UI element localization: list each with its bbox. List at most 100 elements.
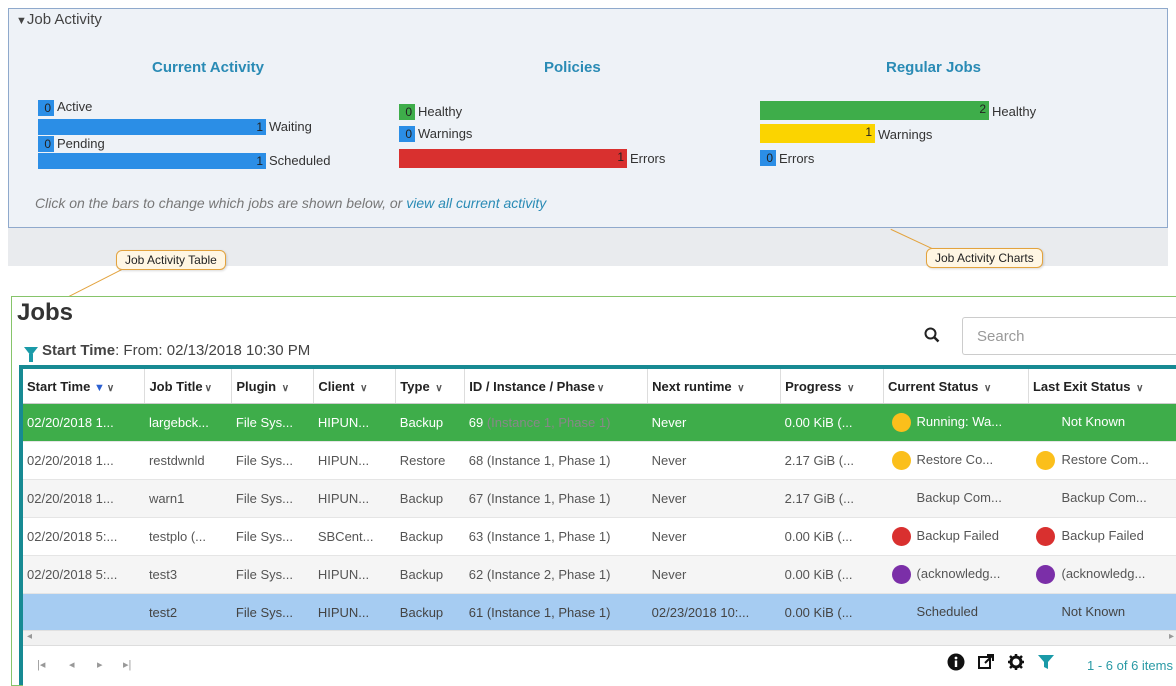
cell-last-exit-status: Not Known — [1028, 403, 1176, 442]
col-current-status[interactable]: Current Status ∨ — [883, 369, 1029, 404]
cell-job-title: warn1 — [144, 479, 232, 518]
chevron-down-icon[interactable]: ∨ — [107, 383, 114, 394]
next-page-icon[interactable]: ▸ — [97, 658, 103, 671]
callout-job-activity-table: Job Activity Table — [116, 250, 226, 270]
cell-id-instance-phase: 61 (Instance 1, Phase 1) — [464, 593, 648, 632]
col-id-instance-phase[interactable]: ID / Instance / Phase ∨ — [464, 369, 649, 404]
cell-current-status: (acknowledg... — [883, 555, 1029, 594]
cell-id-instance-phase: 62 (Instance 2, Phase 1) — [464, 555, 648, 594]
status-text: Running: Wa... — [916, 413, 1003, 429]
bar-policies-healthy[interactable]: 0 — [399, 104, 415, 120]
cell-next-runtime: Never — [647, 441, 781, 480]
cell-current-status: Backup Com... — [883, 479, 1029, 518]
pager: |◂ ◂ ▸ ▸| 1 - 6 of 6 items — [23, 645, 1176, 686]
col-last-exit-status[interactable]: Last Exit Status ∨ — [1028, 369, 1176, 404]
pager-count: 1 - 6 of 6 items — [1087, 658, 1173, 673]
settings-icon[interactable] — [1007, 653, 1025, 676]
chevron-down-icon[interactable]: ∨ — [435, 383, 442, 394]
cell-last-exit-status: Backup Com... — [1028, 479, 1176, 518]
job-instance-phase: (Instance 1, Phase 1) — [486, 453, 611, 468]
scroll-right-icon[interactable]: ▸ — [1169, 631, 1174, 642]
table-row[interactable]: 02/20/2018 5:... testplo (... File Sys... S… — [23, 517, 1176, 556]
status-dot-icon — [891, 527, 911, 546]
start-time-filter[interactable]: Start Time: From: 02/13/2018 10:30 PM — [24, 342, 310, 362]
policies-title: Policies — [544, 59, 601, 76]
chevron-down-icon[interactable]: ∨ — [597, 383, 604, 394]
job-id: 62 — [468, 567, 484, 582]
bar-pending[interactable]: 0 — [38, 136, 54, 152]
filter-icon[interactable] — [1037, 653, 1055, 676]
bar-regular-healthy[interactable]: 2 — [760, 101, 989, 120]
table-row[interactable]: test2 File Sys... HIPUN... Backup 61 (Instan… — [23, 593, 1176, 632]
export-icon[interactable] — [977, 653, 995, 676]
first-page-icon[interactable]: |◂ — [37, 658, 45, 671]
col-plugin[interactable]: Plugin ∨ — [231, 369, 315, 404]
col-type[interactable]: Type ∨ — [395, 369, 466, 404]
bar-policies-errors[interactable]: 1 — [399, 149, 627, 168]
bar-policies-warnings[interactable]: 0 — [399, 126, 415, 142]
chevron-down-icon[interactable]: ∨ — [205, 383, 212, 394]
chevron-down-icon[interactable]: ∨ — [847, 383, 854, 394]
chevron-down-icon[interactable]: ∨ — [737, 383, 744, 394]
chevron-down-icon[interactable]: ∨ — [984, 383, 991, 394]
cell-job-title: largebck... — [144, 403, 232, 442]
bar-label-regular-healthy: Healthy — [992, 104, 1037, 119]
search-input[interactable] — [962, 317, 1176, 355]
search-icon[interactable] — [924, 327, 940, 348]
current-activity-title: Current Activity — [152, 59, 264, 76]
status-dot-icon — [891, 413, 911, 432]
cell-last-exit-status: (acknowledg... — [1028, 555, 1176, 594]
view-all-activity-link[interactable]: view all current activity — [406, 195, 546, 211]
chevron-down-icon[interactable]: ∨ — [360, 383, 367, 394]
cell-progress: 2.17 GiB (... — [780, 441, 884, 480]
col-next-runtime[interactable]: Next runtime ∨ — [647, 369, 782, 404]
cell-next-runtime: Never — [647, 403, 781, 442]
cell-job-title: testplo (... — [144, 517, 232, 556]
bar-scheduled[interactable]: 1 — [38, 153, 266, 169]
status-text: Scheduled — [916, 603, 978, 619]
col-client[interactable]: Client ∨ — [313, 369, 397, 404]
sort-desc-icon: ▼ — [93, 381, 105, 394]
info-icon[interactable] — [947, 653, 965, 676]
status-dot-icon — [892, 603, 911, 622]
prev-page-icon[interactable]: ◂ — [69, 658, 75, 671]
cell-current-status: Scheduled — [883, 593, 1029, 632]
job-activity-panel: ▼Job Activity Current Activity 0 Active … — [8, 8, 1168, 228]
collapse-triangle-icon[interactable]: ▼ — [16, 15, 27, 27]
job-id: 69 — [468, 415, 484, 430]
cell-job-title: test2 — [144, 593, 232, 632]
cell-id-instance-phase: 69 (Instance 1, Phase 1) — [464, 403, 648, 442]
last-page-icon[interactable]: ▸| — [123, 658, 131, 671]
job-activity-header[interactable]: ▼Job Activity — [16, 11, 102, 28]
cell-next-runtime: Never — [647, 555, 781, 594]
cell-plugin: File Sys... — [231, 479, 314, 518]
table-row[interactable]: 02/20/2018 5:... test3 File Sys... HIPUN...… — [23, 555, 1176, 594]
chevron-down-icon[interactable]: ∨ — [282, 383, 289, 394]
cell-last-exit-status: Restore Com... — [1028, 441, 1176, 480]
cell-type: Backup — [395, 593, 465, 632]
bar-waiting[interactable]: 1 — [38, 119, 266, 135]
col-start-time[interactable]: Start Time ▼ ∨ — [23, 369, 146, 404]
col-job-title[interactable]: Job Title ∨ — [144, 369, 233, 404]
col-progress[interactable]: Progress ∨ — [780, 369, 885, 404]
table-header-row: Start Time ▼ ∨ Job Title ∨ Plugin ∨ Client… — [23, 369, 1176, 404]
cell-job-title: restdwnld — [144, 441, 232, 480]
chevron-down-icon[interactable]: ∨ — [1136, 383, 1143, 394]
funnel-icon[interactable] — [24, 347, 38, 362]
bar-regular-warnings[interactable]: 1 — [760, 124, 875, 143]
table-row[interactable]: 02/20/2018 1... warn1 File Sys... HIPUN... B… — [23, 479, 1176, 518]
status-dot-icon — [1036, 527, 1056, 546]
bar-regular-errors[interactable]: 0 — [760, 150, 776, 166]
jobs-panel: Jobs Start Time: From: 02/13/2018 10:30 … — [11, 296, 1176, 686]
bar-label-active: Active — [57, 99, 93, 114]
cell-type: Backup — [395, 517, 465, 556]
bar-label-policies-warnings: Warnings — [418, 126, 473, 141]
status-text: (acknowledg... — [1061, 565, 1146, 581]
cell-start-time: 02/20/2018 5:... — [23, 555, 145, 594]
horizontal-scrollbar[interactable]: ◂ ▸ — [23, 630, 1176, 645]
job-activity-title: Job Activity — [26, 11, 102, 28]
table-row[interactable]: 02/20/2018 1... restdwnld File Sys... HIPUN… — [23, 441, 1176, 480]
table-row[interactable]: 02/20/2018 1... largebck... File Sys... HIP… — [23, 403, 1176, 442]
scroll-left-icon[interactable]: ◂ — [27, 631, 32, 642]
bar-active[interactable]: 0 — [38, 100, 54, 116]
